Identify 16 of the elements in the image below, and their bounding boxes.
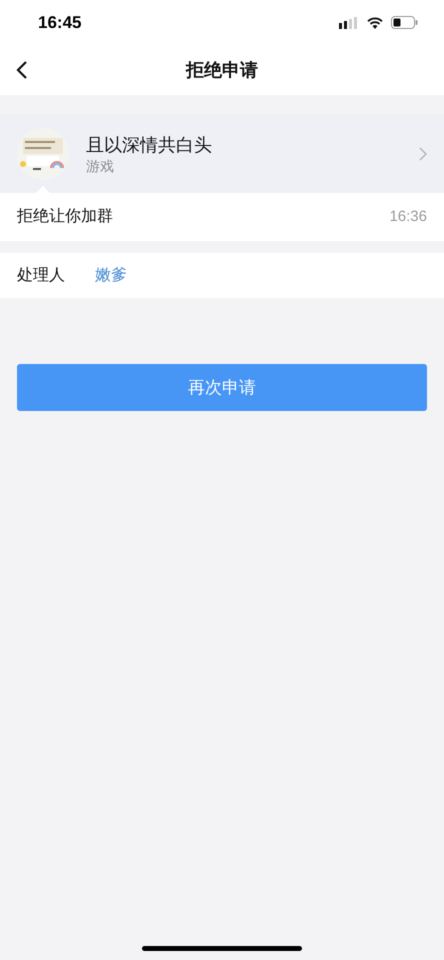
handler-label: 处理人 xyxy=(17,266,66,286)
message-text: 拒绝让你加群 xyxy=(17,206,113,227)
page-title: 拒绝申请 xyxy=(186,58,258,82)
status-time: 16:45 xyxy=(38,12,82,34)
message-time: 16:36 xyxy=(389,206,427,227)
battery-icon xyxy=(391,16,418,29)
signal-icon xyxy=(339,16,359,28)
group-name: 且以深情共白头 xyxy=(86,134,213,157)
handler-name[interactable]: 嫩爹 xyxy=(95,264,127,288)
group-card[interactable]: 且以深情共白头 游戏 xyxy=(0,115,444,193)
reapply-button[interactable]: 再次申请 xyxy=(17,364,427,411)
back-icon xyxy=(16,60,28,80)
back-button[interactable] xyxy=(16,59,30,81)
group-category: 游戏 xyxy=(86,157,115,175)
wifi-icon xyxy=(367,16,383,28)
chevron-right-icon xyxy=(419,147,427,161)
